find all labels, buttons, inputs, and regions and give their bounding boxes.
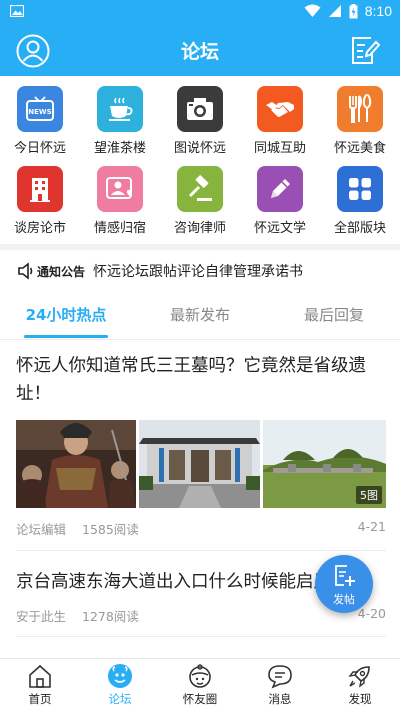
gallery-notification-icon	[10, 5, 24, 17]
board-label: 情感归宿	[93, 221, 146, 236]
tab-label: 最新发布	[169, 306, 230, 324]
tab-latest[interactable]: 最新发布	[150, 294, 250, 340]
nav-discover[interactable]: 发现	[320, 659, 400, 711]
post-date: 4-21	[357, 519, 386, 534]
tab-label: 24小时热点	[25, 306, 107, 324]
post-item[interactable]: 怀远人你知道常氏三王墓吗？它竟然是省级遗址！	[16, 352, 386, 408]
notice-tag: 通知公告	[37, 264, 86, 279]
post-author[interactable]: 论坛编辑	[16, 522, 66, 537]
board-label: 图说怀远	[173, 141, 226, 156]
board-label: 谈房论市	[13, 221, 66, 236]
board-label: 望淮茶楼	[93, 141, 146, 156]
utensils-icon	[337, 86, 383, 132]
svg-text:NEWS: NEWS	[28, 108, 51, 116]
board-real-estate[interactable]: 谈房论市	[0, 160, 80, 238]
home-icon	[29, 664, 51, 688]
notice-bar[interactable]: 通知公告 怀远论坛跟帖评论自律管理承诺书	[0, 250, 400, 292]
board-label: 怀远美食	[333, 141, 386, 156]
building-icon	[17, 166, 63, 212]
board-mutual-help[interactable]: 同城互助	[240, 80, 320, 158]
post-divider	[16, 636, 386, 637]
post-views: 1585阅读	[82, 522, 139, 537]
message-icon	[268, 665, 292, 689]
heart-person-icon	[97, 166, 143, 212]
post-meta: 论坛编辑 1585阅读 4-21	[16, 519, 386, 538]
board-label: 今日怀远	[13, 141, 66, 156]
post-author[interactable]: 安于此生	[16, 609, 66, 624]
notice-text[interactable]: 怀远论坛跟帖评论自律管理承诺书	[93, 261, 303, 281]
image-count-badge: 5图	[356, 486, 382, 504]
bottom-nav: 首页 论坛 怀友圈 消息 发现	[0, 658, 400, 711]
board-label: 同城互助	[253, 141, 306, 156]
board-label: 怀远文学	[253, 221, 306, 236]
pencil-icon	[257, 166, 303, 212]
wifi-icon	[304, 4, 321, 17]
new-post-label: 发帖	[333, 593, 355, 606]
post-date: 4-20	[357, 606, 386, 621]
discover-rocket-icon	[348, 666, 370, 688]
nav-label: 首页	[28, 692, 52, 706]
nav-home[interactable]: 首页	[0, 659, 80, 711]
board-literature[interactable]: 怀远文学	[240, 160, 320, 238]
nav-label: 论坛	[108, 692, 132, 706]
post-image-tomb-site[interactable]: 5图	[263, 420, 386, 508]
board-label: 全部版块	[333, 221, 386, 236]
tab-24h-hot[interactable]: 24小时热点	[16, 294, 116, 340]
tea-cup-icon	[97, 86, 143, 132]
forum-page: 8:10 论坛 NEWS 今日怀远 望淮茶楼 图说怀远 同城互助 怀远美食 谈房…	[0, 0, 400, 711]
post-title[interactable]: 怀远人你知道常氏三王墓吗？它竟然是省级遗址！	[16, 352, 386, 408]
handshake-icon	[257, 86, 303, 132]
post-image-gate[interactable]	[139, 420, 260, 508]
board-lawyer[interactable]: 咨询律师	[160, 160, 240, 238]
nav-label: 怀友圈	[182, 692, 218, 706]
status-bar: 8:10	[0, 0, 400, 24]
new-post-icon	[335, 565, 355, 586]
nav-forum[interactable]: 论坛	[80, 659, 160, 711]
app-header: 论坛	[0, 24, 400, 76]
board-label: 咨询律师	[173, 221, 226, 236]
active-tab-indicator	[24, 335, 108, 338]
battery-icon	[349, 3, 358, 18]
news-tv-icon: NEWS	[17, 86, 63, 132]
post-divider	[16, 550, 386, 551]
signal-icon	[328, 5, 341, 17]
gavel-icon	[177, 166, 223, 212]
page-title: 论坛	[180, 41, 219, 63]
compose-icon[interactable]	[350, 34, 380, 66]
board-photo-huaiyuan[interactable]: 图说怀远	[160, 80, 240, 158]
tab-label: 最后回复	[303, 306, 364, 324]
clock: 8:10	[364, 3, 392, 19]
post-image-warriors[interactable]	[16, 420, 136, 508]
board-all[interactable]: 全部版块	[320, 160, 400, 238]
board-food[interactable]: 怀远美食	[320, 80, 400, 158]
nav-friends-circle[interactable]: 怀友圈	[160, 659, 240, 711]
forum-icon	[108, 664, 132, 688]
all-blocks-icon	[337, 166, 383, 212]
speaker-icon	[18, 262, 33, 280]
feed-tabs: 24小时热点 最新发布 最后回复	[0, 294, 400, 340]
new-post-button[interactable]: 发帖	[315, 555, 373, 613]
nav-label: 发现	[348, 692, 372, 706]
forum-board-grid: NEWS 今日怀远 望淮茶楼 图说怀远 同城互助 怀远美食 谈房论市 情感归宿 …	[0, 80, 400, 240]
tab-last-reply[interactable]: 最后回复	[284, 294, 384, 340]
board-emotion[interactable]: 情感归宿	[80, 160, 160, 238]
nav-messages[interactable]: 消息	[240, 659, 320, 711]
board-today-huaiyuan[interactable]: NEWS 今日怀远	[0, 80, 80, 158]
nav-label: 消息	[268, 692, 292, 706]
post-views: 1278阅读	[82, 609, 139, 624]
post-images[interactable]: 5图	[16, 420, 386, 508]
friends-circle-icon	[189, 664, 211, 688]
board-tea-house[interactable]: 望淮茶楼	[80, 80, 160, 158]
camera-icon	[177, 86, 223, 132]
